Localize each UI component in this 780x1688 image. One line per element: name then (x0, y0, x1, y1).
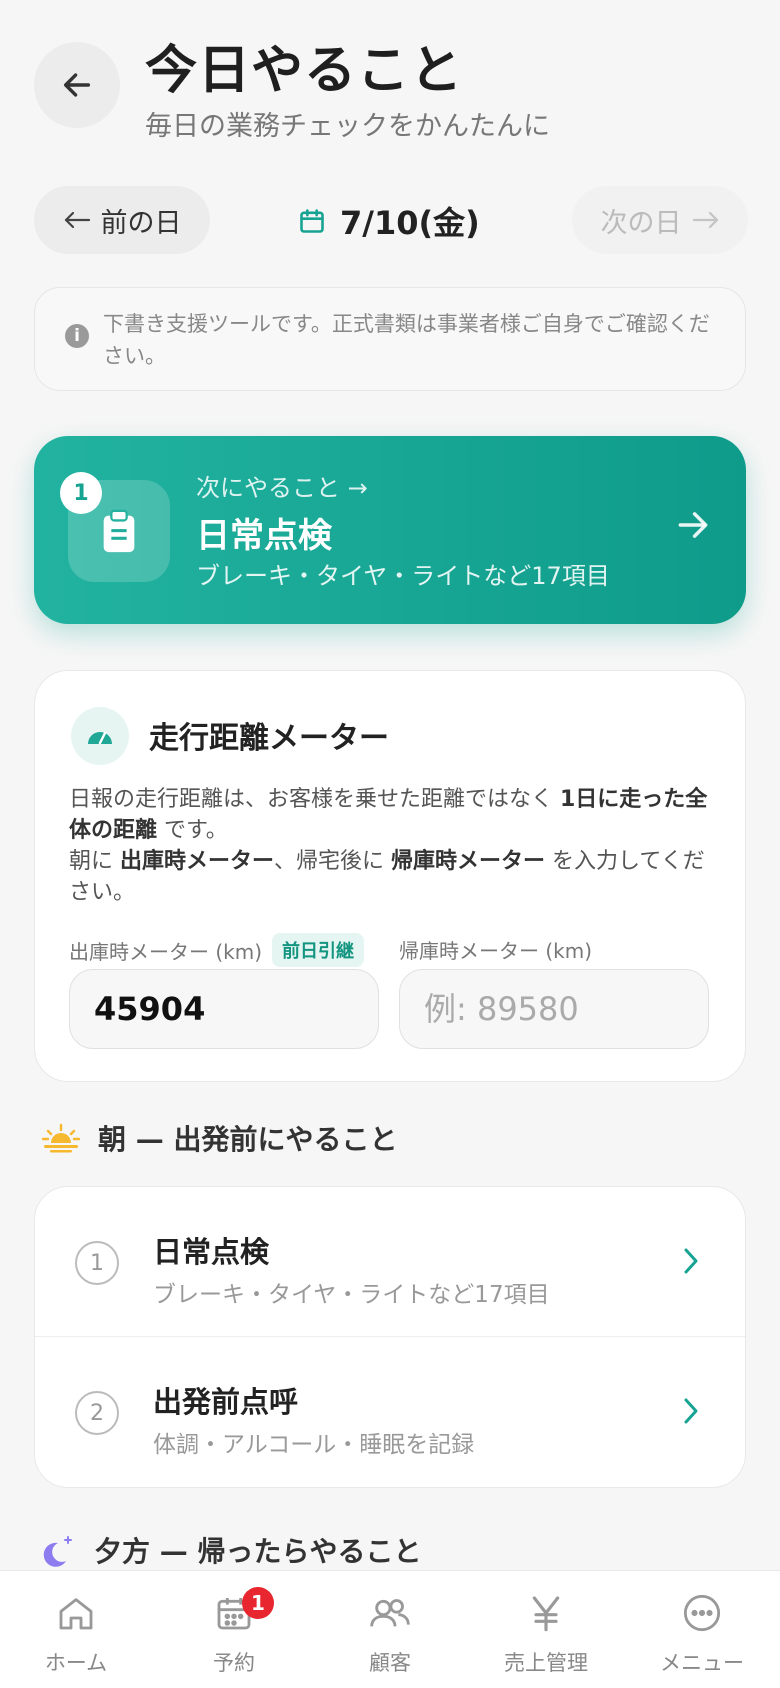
task-subtitle: ブレーキ・タイヤ・ライトなど17項目 (153, 1282, 550, 1308)
departure-meter-label-row: 出庫時メーター (km) 前日引継 (69, 933, 365, 967)
task-title: 出発前点呼 (153, 1385, 299, 1419)
departure-meter-label: 出庫時メーター (km) (69, 939, 263, 964)
odometer-title: 走行距離メーター (149, 721, 389, 756)
task-number: 2 (75, 1391, 119, 1435)
odometer-card: 走行距離メーター 日報の走行距離は、お客様を乗せた距離ではなく 1日に走った全体… (34, 670, 746, 1082)
nav-item-customers[interactable]: 顧客 (330, 1593, 450, 1677)
nav-label: メニュー (660, 1651, 744, 1675)
yen-icon (532, 1596, 560, 1632)
nav-label: 売上管理 (504, 1651, 588, 1675)
task-number: 1 (75, 1241, 119, 1285)
nav-label: ホーム (44, 1651, 108, 1675)
notification-badge: 1 (242, 1587, 274, 1619)
prev-day-label: 前の日 (100, 207, 182, 239)
bottom-navigation: ホーム 1 予約 顧客 売上管理 メニュー (0, 1570, 780, 1688)
arrow-left-icon (64, 211, 90, 229)
evening-section-heading: 夕方 — 帰ったらやること (42, 1530, 422, 1570)
nav-item-home[interactable]: ホーム (16, 1593, 136, 1677)
step-badge: 1 (60, 472, 102, 514)
carryover-badge: 前日引継 (272, 933, 365, 967)
odometer-description: 日報の走行距離は、お客様を乗せた距離ではなく 1日に走った全体の距離 です。 朝に… (69, 787, 708, 905)
evening-heading-label: 夕方 — 帰ったらやること (94, 1535, 422, 1568)
moon-icon (43, 1536, 72, 1567)
arrow-right-icon (674, 506, 712, 548)
chevron-right-icon (681, 1395, 701, 1431)
return-meter-input[interactable] (399, 969, 709, 1049)
calendar-icon (300, 209, 324, 233)
departure-meter-input[interactable] (69, 969, 379, 1049)
return-meter-label: 帰庫時メーター (km) (399, 939, 593, 963)
speedometer-icon (71, 707, 129, 765)
current-date[interactable]: 7/10(金) (298, 196, 480, 246)
sunrise-icon (42, 1123, 80, 1153)
arrow-left-icon (63, 73, 91, 97)
prev-day-button[interactable]: 前の日 (34, 186, 210, 254)
next-action-eyebrow: 次にやること → (196, 474, 368, 502)
task-row-daily-inspection[interactable]: 1 日常点検 ブレーキ・タイヤ・ライトなど17項目 (35, 1187, 745, 1337)
current-date-label: 7/10(金) (340, 204, 480, 242)
back-button[interactable] (34, 42, 120, 128)
nav-label: 顧客 (369, 1651, 411, 1675)
task-subtitle: 体調・アルコール・睡眠を記録 (153, 1432, 475, 1458)
next-day-label: 次の日 (600, 207, 682, 239)
arrow-right-icon (692, 211, 718, 229)
morning-task-list: 1 日常点検 ブレーキ・タイヤ・ライトなど17項目 2 出発前点呼 体調・アルコ… (34, 1186, 746, 1488)
users-icon (370, 1599, 410, 1627)
nav-item-menu[interactable]: メニュー (642, 1593, 762, 1677)
more-icon (683, 1594, 721, 1632)
morning-heading-label: 朝 — 出発前にやること (98, 1123, 398, 1156)
notice-text: 下書き支援ツールです。正式書類は事業者様ご自身でご確認ください。 (103, 312, 710, 368)
page-title: 今日やること (145, 41, 464, 101)
task-row-pre-departure-rollcall[interactable]: 2 出発前点呼 体調・アルコール・睡眠を記録 (35, 1337, 745, 1487)
morning-section-heading: 朝 — 出発前にやること (42, 1118, 398, 1158)
chevron-right-icon (681, 1245, 701, 1281)
next-action-card[interactable]: 1 次にやること → 日常点検 ブレーキ・タイヤ・ライトなど17項目 (34, 436, 746, 624)
next-day-button[interactable]: 次の日 (572, 186, 748, 254)
next-action-title: 日常点検 (196, 516, 332, 556)
nav-item-reservations[interactable]: 1 予約 (174, 1587, 294, 1677)
nav-label: 予約 (213, 1651, 255, 1675)
disclaimer-notice: i 下書き支援ツールです。正式書類は事業者様ご自身でご確認ください。 (34, 287, 746, 391)
next-action-description: ブレーキ・タイヤ・ライトなど17項目 (196, 562, 610, 590)
nav-item-sales[interactable]: 売上管理 (486, 1593, 606, 1677)
task-title: 日常点検 (153, 1235, 270, 1269)
info-icon: i (65, 324, 89, 348)
home-icon (59, 1598, 93, 1630)
page-subtitle: 毎日の業務チェックをかんたんに (145, 111, 550, 142)
